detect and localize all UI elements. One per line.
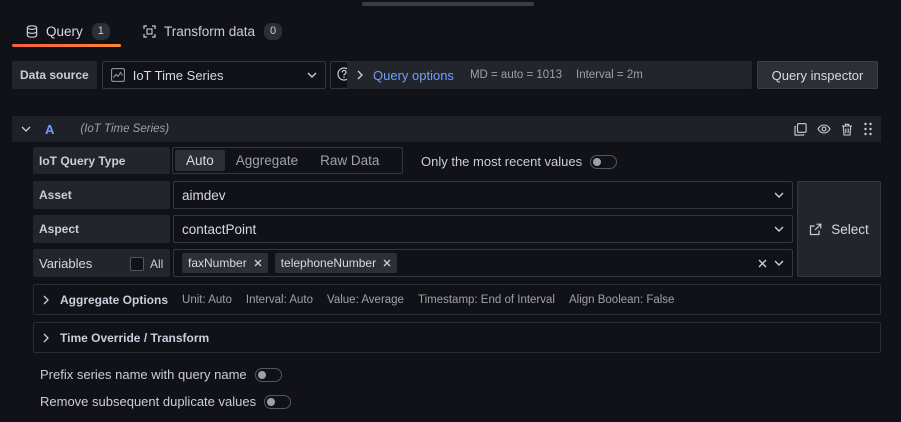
most-recent-label: Only the most recent values	[421, 154, 583, 169]
aggregate-unit: Unit: Auto	[182, 293, 232, 306]
remove-duplicates-switch[interactable]	[264, 394, 292, 409]
tab-transform-data[interactable]: Transform data 0	[129, 16, 296, 46]
query-row-header: A (IoT Time Series)	[12, 116, 881, 142]
asset-select[interactable]: aimdev	[173, 181, 793, 209]
query-options-md: MD = auto = 1013	[469, 69, 562, 81]
duplicate-icon[interactable]	[794, 122, 807, 136]
chevron-right-icon	[43, 333, 49, 343]
query-actions	[784, 122, 873, 136]
query-options-title: Query options	[373, 67, 454, 83]
transform-icon	[143, 24, 156, 38]
query-type-auto[interactable]: Auto	[175, 150, 225, 171]
remove-duplicates-toggle-row: Remove subsequent duplicate values	[40, 394, 292, 409]
query-datasource-name: (IoT Time Series)	[80, 123, 170, 135]
aggregate-align-boolean: Align Boolean: False	[568, 293, 675, 306]
variable-chip-label: faxNumber	[188, 256, 247, 270]
all-variables-checkbox[interactable]	[130, 257, 144, 271]
multiselect-controls	[758, 259, 784, 268]
variable-chip-label: telephoneNumber	[280, 256, 377, 270]
variable-chip: faxNumber	[182, 253, 268, 273]
aggregate-interval: Interval: Auto	[245, 293, 314, 306]
tab-query-label: Query	[46, 23, 83, 39]
tab-transform-label: Transform data	[164, 23, 256, 39]
time-override-title: Time Override / Transform	[60, 330, 210, 345]
chevron-down-icon	[307, 72, 317, 78]
aspect-label: Aspect	[33, 215, 170, 243]
iot-query-type-radio-group: Auto Aggregate Raw Data	[172, 147, 403, 174]
datasource-picker[interactable]: IoT Time Series	[101, 61, 326, 89]
asset-label: Asset	[33, 181, 170, 209]
remove-chip-icon[interactable]	[383, 259, 391, 267]
drag-handle[interactable]	[362, 2, 534, 6]
aspect-select[interactable]: contactPoint	[173, 215, 793, 243]
datasource-value: IoT Time Series	[132, 67, 224, 83]
tab-query-count: 1	[91, 22, 110, 40]
query-inspector-button[interactable]: Query inspector	[757, 61, 878, 89]
iot-query-type-label: IoT Query Type	[33, 147, 170, 174]
iot-datasource-icon	[110, 68, 125, 82]
datasource-label: Data source	[12, 61, 97, 89]
prefix-series-switch[interactable]	[254, 367, 282, 382]
query-ref-id[interactable]: A	[45, 122, 54, 137]
remove-duplicates-label: Remove subsequent duplicate values	[40, 394, 257, 409]
chevron-down-icon	[774, 192, 784, 198]
all-label: All	[150, 257, 164, 271]
most-recent-toggle-row: Only the most recent values	[421, 154, 618, 169]
eye-icon[interactable]	[817, 124, 831, 134]
clear-all-icon[interactable]	[758, 259, 767, 268]
chevron-down-icon	[774, 226, 784, 232]
collapse-chevron-icon[interactable]	[21, 126, 31, 132]
tab-query[interactable]: Query 1	[12, 16, 121, 47]
prefix-series-toggle-row: Prefix series name with query name	[40, 367, 282, 382]
select-asset-button[interactable]: Select	[797, 181, 881, 277]
external-link-icon	[809, 223, 822, 236]
most-recent-switch[interactable]	[590, 154, 618, 169]
query-options-interval: Interval = 2m	[576, 69, 643, 81]
drag-dots-icon[interactable]	[863, 122, 873, 136]
aggregate-timestamp: Timestamp: End of Interval	[417, 293, 555, 306]
chevron-down-icon	[774, 260, 784, 266]
aspect-value: contactPoint	[182, 221, 257, 237]
prefix-series-label: Prefix series name with query name	[40, 367, 247, 382]
remove-chip-icon[interactable]	[254, 259, 262, 267]
query-options-bar[interactable]: Query options MD = auto = 1013 Interval …	[347, 61, 752, 89]
select-button-label: Select	[831, 221, 869, 237]
time-override-section[interactable]: Time Override / Transform	[33, 322, 881, 353]
chevron-right-icon	[43, 295, 49, 305]
trash-icon[interactable]	[841, 123, 853, 136]
query-tabs: Query 1 Transform data 0	[12, 16, 296, 47]
variable-chip: telephoneNumber	[274, 253, 398, 273]
variables-multiselect[interactable]: faxNumber telephoneNumber	[173, 249, 793, 277]
database-icon	[26, 24, 38, 38]
chevron-right-icon	[357, 70, 363, 80]
query-type-raw-data[interactable]: Raw Data	[309, 150, 390, 171]
all-variables-checkbox-row: All	[130, 257, 163, 271]
tab-transform-count: 0	[264, 22, 283, 40]
aggregate-value: Value: Average	[327, 293, 404, 306]
asset-value: aimdev	[182, 187, 226, 203]
aggregate-options-title: Aggregate Options	[60, 292, 169, 307]
aggregate-options-section[interactable]: Aggregate Options Unit: Auto Interval: A…	[33, 284, 881, 315]
query-type-aggregate[interactable]: Aggregate	[225, 150, 309, 171]
datasource-row: Data source IoT Time Series Query option…	[12, 61, 878, 89]
